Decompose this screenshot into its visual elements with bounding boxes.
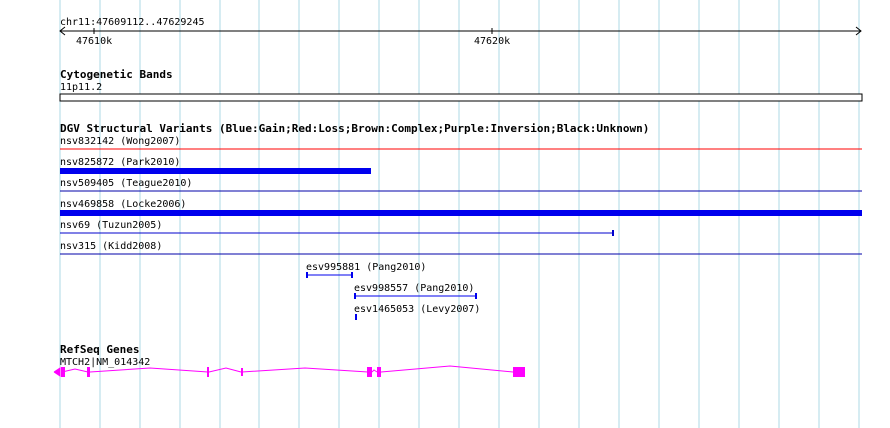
variant-feature[interactable] bbox=[60, 210, 862, 216]
variant-label: nsv509405 (Teague2010) bbox=[60, 178, 192, 189]
exon bbox=[367, 367, 372, 377]
exon bbox=[207, 367, 209, 377]
ruler-tick-label-2: 47620k bbox=[474, 36, 510, 47]
ruler-tick-label-1: 47610k bbox=[76, 36, 112, 47]
intron bbox=[208, 367, 242, 373]
exon bbox=[513, 367, 525, 377]
genome-browser-panel: chr11:47609112..47629245 47610k 47620k C… bbox=[53, 0, 863, 428]
variant-label: nsv832142 (Wong2007) bbox=[60, 136, 180, 147]
strand-arrow-icon bbox=[53, 367, 61, 377]
exon bbox=[241, 368, 243, 376]
refseq-track-title: RefSeq Genes bbox=[60, 343, 139, 356]
region-label: chr11:47609112..47629245 bbox=[60, 17, 205, 28]
cytoband-bar[interactable] bbox=[59, 93, 863, 102]
cytoband-track-title: Cytogenetic Bands bbox=[60, 68, 173, 81]
exon bbox=[61, 367, 65, 377]
intron bbox=[371, 369, 378, 373]
intron bbox=[89, 367, 209, 373]
cytoband-label: 11p11.2 bbox=[60, 82, 102, 93]
gene-label: MTCH2|NM_014342 bbox=[60, 357, 150, 368]
intron bbox=[380, 365, 514, 373]
intron bbox=[241, 367, 369, 373]
variant-label: esv995881 (Pang2010) bbox=[306, 262, 426, 273]
intron bbox=[61, 368, 89, 373]
variant-label: nsv469858 (Locke2006) bbox=[60, 199, 186, 210]
refseq-track: RefSeq Genes MTCH2|NM_014342 bbox=[53, 343, 525, 377]
variant-label: nsv825872 (Park2010) bbox=[60, 157, 180, 168]
exon bbox=[377, 367, 381, 377]
variant-label: esv998557 (Pang2010) bbox=[354, 283, 474, 294]
variant-label: nsv69 (Tuzun2005) bbox=[60, 220, 162, 231]
variant-label: nsv315 (Kidd2008) bbox=[60, 241, 162, 252]
dgv-track-title: DGV Structural Variants (Blue:Gain;Red:L… bbox=[60, 122, 649, 135]
variant-feature[interactable] bbox=[60, 168, 371, 174]
exon bbox=[87, 367, 90, 377]
variant-label: esv1465053 (Levy2007) bbox=[354, 304, 480, 315]
